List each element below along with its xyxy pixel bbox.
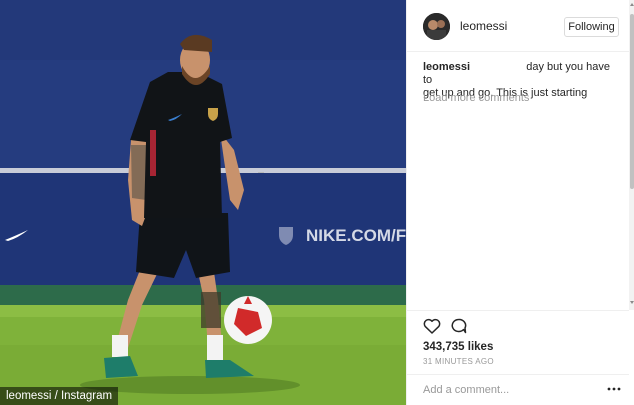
avatar[interactable] (423, 13, 450, 40)
following-button[interactable]: Following (564, 17, 619, 37)
post-photo-image: NIKE.COM/FC (0, 0, 406, 405)
scroll-up-arrow-icon[interactable] (630, 3, 634, 6)
comment-gap (473, 62, 524, 73)
banner-text: NIKE.COM/FC (306, 226, 406, 245)
load-more-comments-link[interactable]: Load more comments (423, 92, 529, 104)
comment-bubble-icon[interactable] (450, 318, 467, 334)
instagram-post-view: NIKE.COM/FC (0, 0, 634, 405)
avatar-image (423, 13, 450, 40)
comments-scrollbar[interactable] (629, 0, 634, 310)
post-username[interactable]: leomessi (460, 19, 507, 33)
heart-icon[interactable] (423, 318, 441, 334)
post-timestamp: 31 MINUTES AGO (423, 357, 494, 366)
add-comment-row (407, 374, 629, 405)
comment-username[interactable]: leomessi (423, 61, 470, 73)
more-options-icon[interactable] (607, 384, 621, 394)
likes-count[interactable]: 343,735 likes (423, 341, 493, 353)
add-comment-input[interactable] (423, 381, 593, 399)
photo-caption: leomessi / Instagram (0, 387, 119, 405)
post-photo[interactable]: NIKE.COM/FC (0, 0, 406, 405)
scroll-down-arrow-icon[interactable] (630, 301, 634, 304)
post-actions: 343,735 likes 31 MINUTES AGO (407, 310, 629, 374)
post-header: leomessi Following (407, 0, 629, 52)
scrollbar-thumb[interactable] (630, 14, 634, 189)
post-sidebar: leomessi Following leomessi day but you … (406, 0, 634, 405)
